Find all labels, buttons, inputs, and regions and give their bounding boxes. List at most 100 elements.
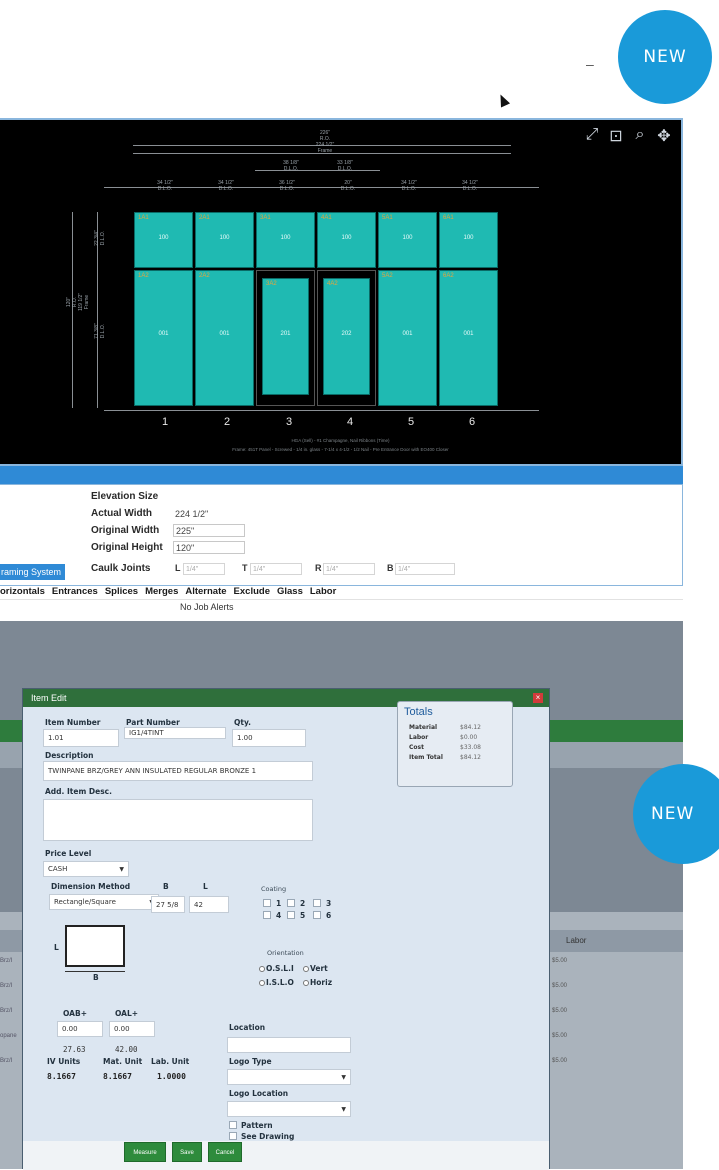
caulk-left-label: L (175, 563, 181, 573)
coating-option: 4 (276, 911, 282, 920)
framing-system-button[interactable]: raming System (0, 564, 65, 580)
cancel-button[interactable]: Cancel (208, 1142, 242, 1162)
chevron-down-icon: ▼ (341, 1106, 346, 1113)
dimension-method-label: Dimension Method (51, 882, 131, 891)
orientation-horiz[interactable]: Horiz (303, 978, 332, 987)
column-number: 3 (286, 416, 293, 428)
orientation-vert[interactable]: Vert (303, 964, 328, 973)
oal-input[interactable]: 0.00 (109, 1021, 155, 1037)
glass-panel[interactable]: 6A1 100 (439, 212, 498, 268)
diagram-l-label: L (54, 943, 59, 952)
qty-label: Qty. (234, 718, 252, 727)
logo-location-select[interactable]: ▼ (227, 1101, 351, 1117)
elevation-canvas[interactable]: ⤢ ⊡ ⌕ ✥ 226" R.O. 224 1/2" Frame 38 1/8"… (0, 118, 683, 466)
coating-checkbox[interactable] (263, 899, 271, 907)
caulk-bottom-input[interactable]: 1/4" (395, 563, 455, 575)
tab-alternate[interactable]: Alternate (185, 586, 226, 600)
b-label: B (163, 882, 169, 891)
tab-splices[interactable]: Splices (105, 586, 138, 600)
door-frame: 4A2 202 (317, 270, 376, 406)
view-toolbar: ⤢ ⊡ ⌕ ✥ (583, 126, 673, 146)
pan-icon[interactable]: ✥ (655, 126, 673, 146)
location-label: Location (229, 1023, 266, 1032)
orientation-islo[interactable]: I.S.L.O (259, 978, 294, 987)
radio-icon (303, 966, 309, 972)
tab-glass[interactable]: Glass (277, 586, 303, 600)
tab-merges[interactable]: Merges (145, 586, 178, 600)
tab-entrances[interactable]: Entrances (52, 586, 98, 600)
labor-column-header: Labor (566, 936, 587, 945)
measure-button[interactable]: Measure (124, 1142, 166, 1162)
coating-checkbox[interactable] (263, 911, 271, 919)
glass-panel[interactable]: 5A2 001 (378, 270, 437, 406)
top-dim-4: 20" D.L.O. (340, 180, 356, 192)
door-frame: 3A2 201 (256, 270, 315, 406)
chevron-down-icon: ▼ (119, 866, 124, 873)
glass-panel[interactable]: 4A1 100 (317, 212, 376, 268)
elevation-size-title: Elevation Size (91, 491, 159, 502)
lab-unit-label: Lab. Unit (151, 1057, 190, 1066)
description-input[interactable]: TWINPANE BRZ/GREY ANN INSULATED REGULAR … (43, 761, 313, 781)
close-icon[interactable]: × (533, 693, 543, 703)
top-dim-2: 34 1/2" D.L.O. (218, 180, 234, 192)
zoom-extents-icon[interactable]: ⊡ (607, 126, 625, 146)
zoom-icon[interactable]: ⌕ (631, 126, 649, 146)
totals-cost-value: $33.08 (460, 744, 481, 751)
glass-panel[interactable]: 1A2 001 (134, 270, 193, 406)
door-glass-panel[interactable]: 3A2 201 (262, 278, 309, 395)
tab-exclude[interactable]: Exclude (234, 586, 270, 600)
price-level-select[interactable]: CASH ▼ (43, 861, 129, 877)
add-item-desc-textarea[interactable] (43, 799, 313, 841)
caulk-right-label: R (315, 563, 322, 573)
tab-horizontals[interactable]: orizontals (0, 586, 45, 600)
minimize-button[interactable]: – (586, 56, 594, 72)
caulk-left-input[interactable]: 1/4" (183, 563, 225, 575)
pattern-checkbox[interactable] (229, 1121, 237, 1129)
caulk-joints-label: Caulk Joints (91, 563, 151, 574)
see-drawing-checkbox[interactable] (229, 1132, 237, 1140)
b-dimension-input[interactable]: 27 5/8 (151, 896, 185, 913)
lower-dim-text: 71 3/8" D.L.O. (94, 323, 106, 339)
original-height-input[interactable]: 120" (173, 541, 245, 554)
glass-panel[interactable]: 3A1 100 (256, 212, 315, 268)
totals-item-total-value: $84.12 (460, 754, 481, 761)
orientation-osli[interactable]: O.S.L.I (259, 964, 294, 973)
qty-input[interactable]: 1.00 (232, 729, 306, 747)
coating-checkbox[interactable] (287, 911, 295, 919)
door-glass-panel[interactable]: 4A2 202 (323, 278, 370, 395)
save-button[interactable]: Save (172, 1142, 202, 1162)
coating-checkbox[interactable] (287, 899, 295, 907)
logo-type-select[interactable]: ▼ (227, 1069, 351, 1085)
glass-panel[interactable]: 2A1 100 (195, 212, 254, 268)
add-item-desc-label: Add. Item Desc. (45, 787, 112, 796)
coating-checkbox[interactable] (313, 899, 321, 907)
dimension-method-select[interactable]: Rectangle/Square▼ (49, 894, 159, 910)
item-number-input[interactable]: 1.01 (43, 729, 119, 747)
chevron-down-icon: ▼ (341, 1074, 346, 1081)
caulk-top-input[interactable]: 1/4" (250, 563, 302, 575)
osli-label: O.S.L.I (266, 964, 294, 973)
coating-label: Coating (261, 885, 287, 893)
glass-panel[interactable]: 5A1 100 (378, 212, 437, 268)
part-number-input[interactable]: IG1/4TINT (124, 727, 226, 739)
overall-dim-text: 226" R.O. 224 1/2" Frame (315, 130, 335, 154)
caulk-right-input[interactable]: 1/4" (323, 563, 375, 575)
expand-icon[interactable]: ⤢ (583, 126, 601, 146)
row-label: Brz/I (0, 983, 13, 989)
divider (0, 599, 683, 600)
mat-unit-value: 8.1667 (103, 1072, 132, 1081)
oab-input[interactable]: 0.00 (57, 1021, 103, 1037)
coating-option: 6 (326, 911, 332, 920)
coating-checkbox[interactable] (313, 911, 321, 919)
location-input[interactable] (227, 1037, 351, 1053)
shape-diagram (65, 925, 125, 967)
glass-panel[interactable]: 1A1 100 (134, 212, 193, 268)
glass-panel[interactable]: 6A2 001 (439, 270, 498, 406)
original-width-input[interactable]: 225" (173, 524, 245, 537)
price-level-label: Price Level (45, 849, 92, 858)
tab-labor[interactable]: Labor (310, 586, 336, 600)
glass-panel[interactable]: 2A2 001 (195, 270, 254, 406)
window-titlebar: – (0, 0, 719, 118)
l-dimension-input[interactable]: 42 (189, 896, 229, 913)
section-header-bar (0, 466, 683, 484)
